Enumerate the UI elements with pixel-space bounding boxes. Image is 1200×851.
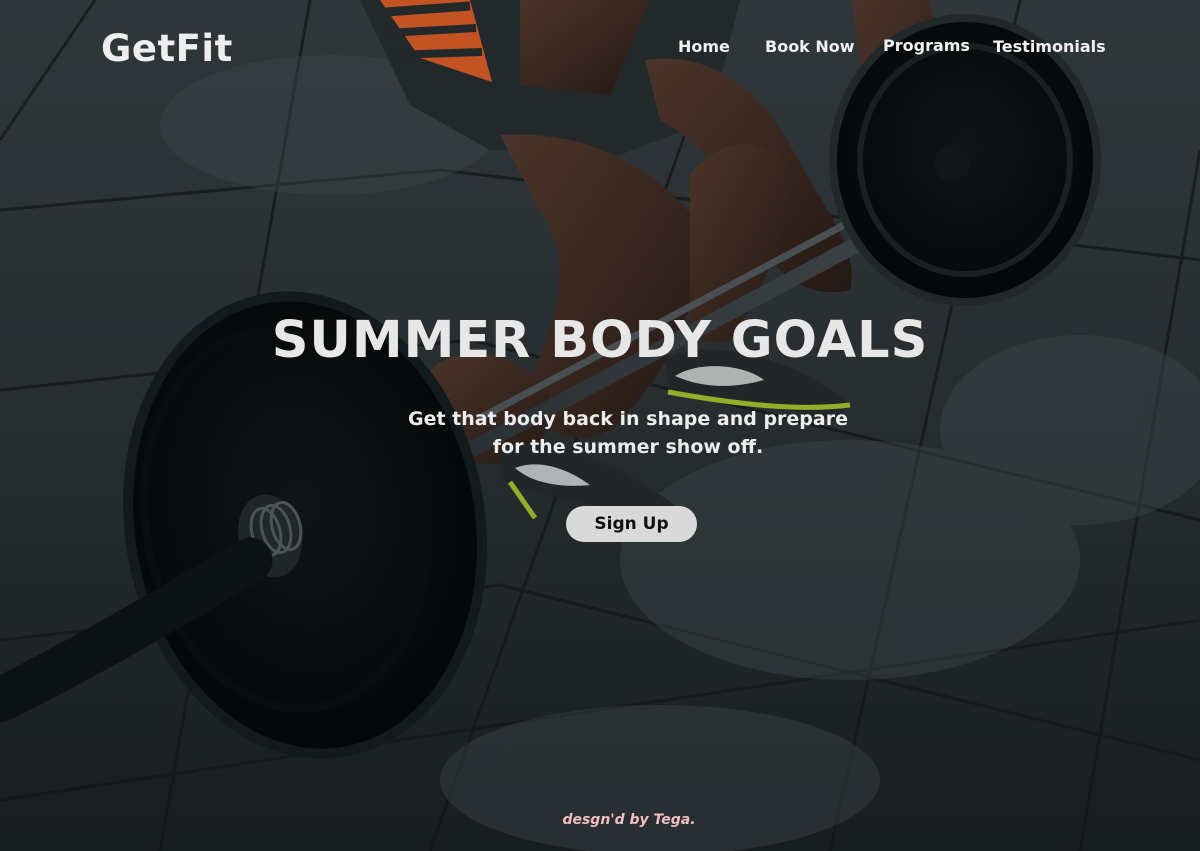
main-navigation: Home Book Now Programs Testimonials [640,35,1200,59]
hero-title: SUMMER BODY GOALS [271,311,929,370]
nav-testimonials-link[interactable]: Testimonials [993,37,1106,56]
hero-subtitle: Get that body back in shape and prepare … [407,408,848,458]
landing-page: GetFit Home Book Now Programs Testimonia… [0,0,1200,851]
sign-up-button[interactable]: Sign Up [566,506,697,542]
nav-programs-link[interactable]: Programs [883,36,970,55]
brand-logo[interactable]: GetFit [101,27,233,70]
nav-book-now-link[interactable]: Book Now [765,37,855,56]
nav-home-link[interactable]: Home [678,37,730,56]
designer-credit: desgn'd by Tega. [562,812,696,828]
